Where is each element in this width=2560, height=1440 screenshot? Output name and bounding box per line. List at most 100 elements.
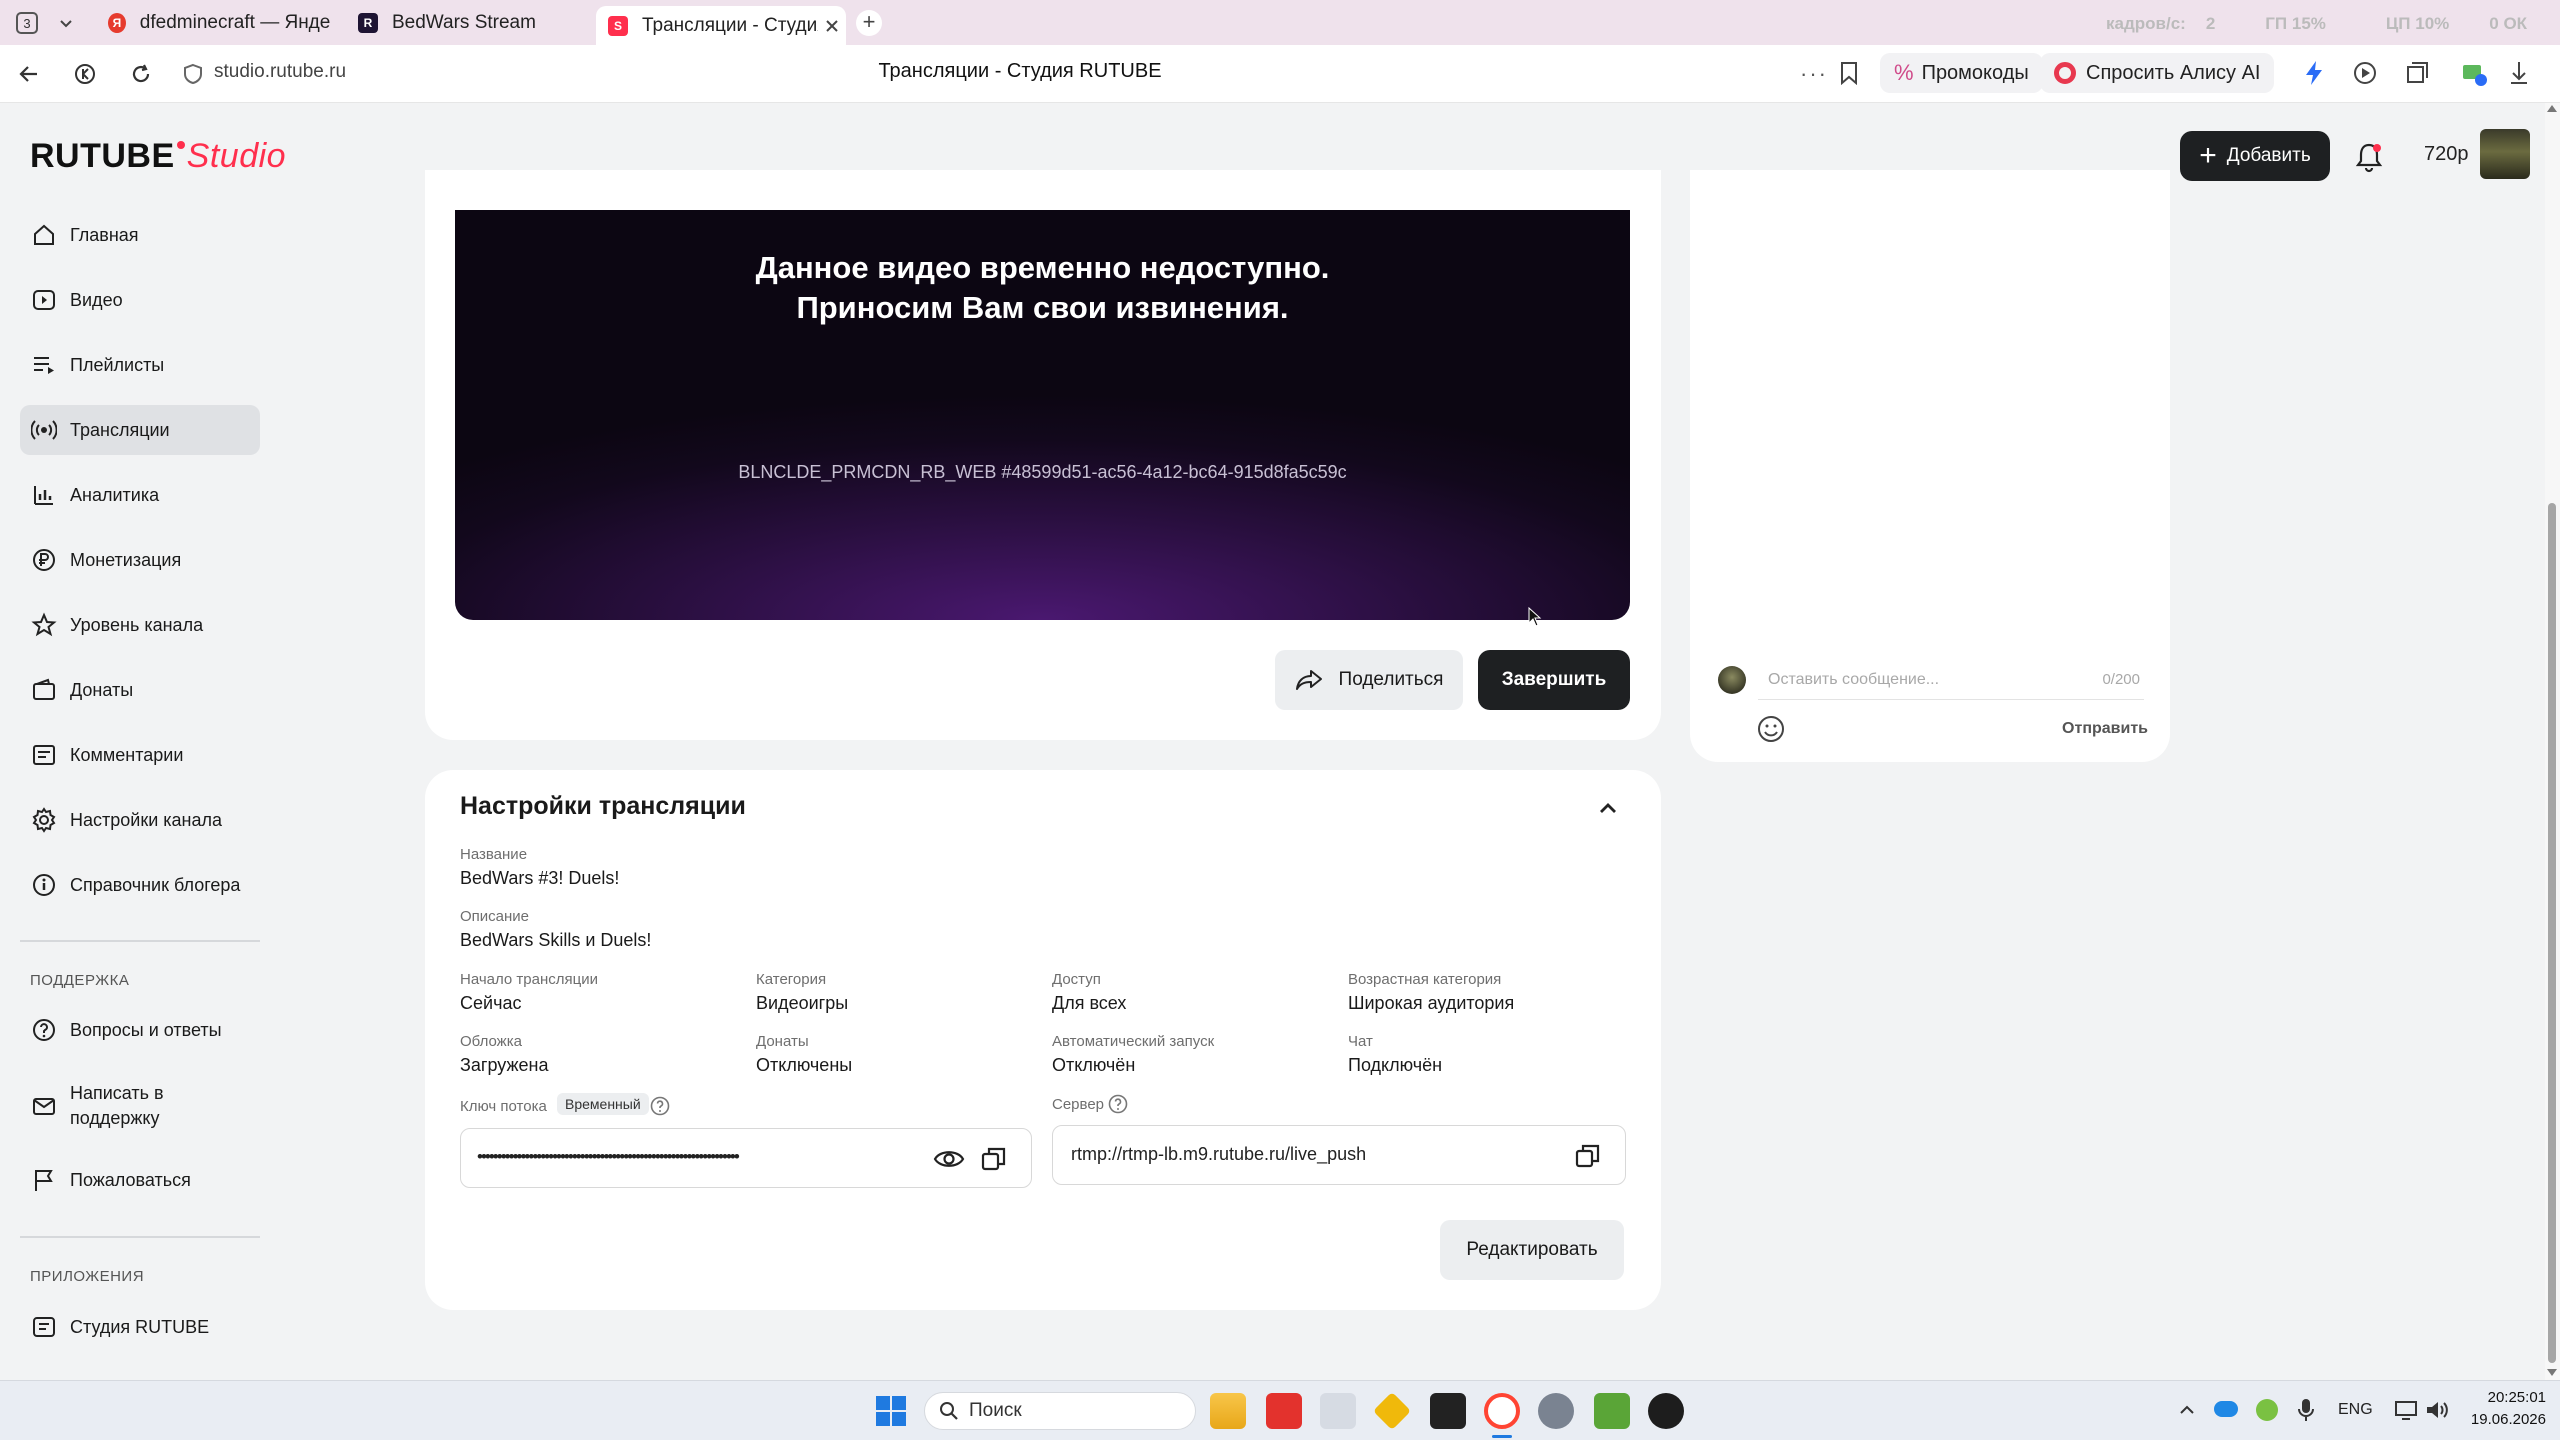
add-button[interactable]: + Добавить	[2180, 131, 2330, 181]
browser-tab[interactable]: R BedWars Stream	[358, 6, 578, 40]
file-explorer-icon[interactable]	[1210, 1393, 1246, 1429]
sidebar-item-donations[interactable]: Донаты	[20, 665, 260, 715]
microphone-icon[interactable]	[2298, 1397, 2314, 1423]
logo-accent-text: Studio	[186, 137, 287, 175]
show-key-eye-icon[interactable]	[933, 1145, 965, 1173]
player-card: Данное видео временно недоступно. Принос…	[425, 170, 1661, 740]
close-tab-icon[interactable]	[824, 18, 840, 34]
wallet-icon	[30, 676, 58, 704]
collections-icon[interactable]	[2404, 60, 2430, 86]
tab-list-chevron-icon[interactable]	[56, 13, 76, 33]
rutube-studio-logo[interactable]: RUTUBE Studio	[30, 137, 286, 176]
notifications-bell-icon[interactable]	[2354, 141, 2384, 173]
server-field[interactable]: rtmp://rtmp-lb.m9.rutube.ru/live_push	[1052, 1125, 1626, 1185]
site-security-icon[interactable]	[178, 59, 208, 89]
search-icon	[939, 1401, 959, 1421]
settings-title: Настройки трансляции	[460, 792, 746, 820]
sidebar-item-label: Главная	[70, 224, 139, 245]
more-options-icon[interactable]: ···	[1800, 61, 1828, 87]
browser-tab[interactable]: Я dfedminecraft — Яндекс:	[108, 6, 330, 40]
collapse-chevron-icon[interactable]	[1595, 796, 1621, 822]
chat-message-input[interactable]: Оставить сообщение... 0/200	[1758, 660, 2144, 700]
add-button-label: Добавить	[2226, 145, 2311, 166]
sidebar-item-channel-settings[interactable]: Настройки канала	[20, 795, 260, 845]
help-icon[interactable]	[1107, 1093, 1129, 1115]
bookmark-icon[interactable]	[1838, 61, 1860, 85]
unavailable-message-line1: Данное видео временно недоступно.	[755, 250, 1330, 285]
sidebar-item-home[interactable]: Главная	[20, 210, 260, 260]
clock-time[interactable]: 20:25:01	[2470, 1389, 2546, 1406]
stream-description-value: BedWars Skills и Duels!	[460, 930, 652, 950]
sidebar-item-report[interactable]: Пожаловаться	[20, 1155, 260, 1205]
sidebar-item-monetization[interactable]: Монетизация	[20, 535, 260, 585]
sidebar-item-analytics[interactable]: Аналитика	[20, 470, 260, 520]
stream-key-field[interactable]: ••••••••••••••••••••••••••••••••••••••••…	[460, 1128, 1032, 1188]
app-star-icon[interactable]	[1320, 1393, 1356, 1429]
quality-indicator[interactable]: 720p	[2424, 143, 2469, 166]
volume-icon[interactable]	[2424, 1399, 2450, 1421]
access-value: Для всех	[1052, 993, 1127, 1013]
clock-date[interactable]: 19.06.2026	[2460, 1411, 2546, 1428]
puzzle-icon[interactable]	[2508, 60, 2530, 86]
sidebar-item-blogger-guide[interactable]: Справочник блогера	[20, 860, 260, 910]
sidebar-item-video[interactable]: Видео	[20, 275, 260, 325]
avatar[interactable]	[2480, 129, 2530, 179]
send-message-button[interactable]: Отправить	[2062, 720, 2148, 738]
stream-start-value: Сейчас	[460, 993, 522, 1013]
taskbar-search[interactable]: Поиск	[924, 1392, 1196, 1430]
binance-icon[interactable]	[1372, 1391, 1412, 1431]
logo-dot	[176, 141, 185, 149]
browser-tab-active[interactable]: S Трансляции - Студия R	[596, 6, 846, 45]
alice-button[interactable]: Спросить Алису AI	[2040, 53, 2275, 93]
sidebar-item-contact-support[interactable]: Написать в поддержку	[20, 1078, 260, 1134]
stream-key-label: Ключ потока	[460, 1098, 547, 1115]
sidebar-item-channel-level[interactable]: Уровень канала	[20, 600, 260, 650]
onedrive-icon[interactable]	[2214, 1401, 2238, 1417]
emoji-icon[interactable]	[1756, 714, 1786, 744]
sidebar-item-label: Видео	[70, 289, 123, 310]
page-scrollbar[interactable]	[2545, 103, 2560, 1380]
scroll-down-arrow-icon[interactable]	[2547, 1369, 2557, 1376]
lightning-icon[interactable]	[2302, 59, 2326, 87]
yandex-home-icon[interactable]	[70, 59, 100, 89]
finish-stream-button[interactable]: Завершить	[1478, 650, 1630, 710]
windows-taskbar: Поиск ENG 20:25:01 19.06.2026	[0, 1380, 2560, 1440]
edit-button[interactable]: Редактировать	[1440, 1220, 1624, 1280]
scroll-up-arrow-icon[interactable]	[2547, 105, 2557, 112]
tab-title: dfedminecraft — Яндекс:	[139, 12, 330, 33]
sidebar-item-playlists[interactable]: Плейлисты	[20, 340, 260, 390]
video-player[interactable]: Данное видео временно недоступно. Принос…	[455, 210, 1630, 620]
tray-app-icon[interactable]	[2256, 1399, 2278, 1421]
sidebar-item-broadcasts[interactable]: Трансляции	[20, 405, 260, 455]
help-icon[interactable]	[649, 1095, 671, 1117]
sidebar-item-studio-app[interactable]: Студия RUTUBE	[20, 1302, 260, 1352]
language-indicator[interactable]: ENG	[2338, 1401, 2373, 1419]
media-icon[interactable]	[2352, 60, 2378, 86]
windows-start-icon[interactable]	[875, 1395, 907, 1427]
extension-icon[interactable]	[2460, 60, 2488, 88]
app-dark-icon[interactable]	[1430, 1393, 1466, 1429]
url-field[interactable]: studio.rutube.ru	[214, 61, 346, 83]
gear-icon	[30, 806, 58, 834]
wps-office-icon[interactable]	[1266, 1393, 1302, 1429]
copy-server-icon[interactable]	[1573, 1141, 1603, 1171]
tab-count-badge[interactable]: 3	[16, 12, 38, 34]
reload-icon[interactable]	[126, 59, 156, 89]
tray-chevron-icon[interactable]	[2178, 1401, 2196, 1419]
yandex-browser-icon[interactable]	[1484, 1393, 1520, 1429]
obs-icon[interactable]	[1648, 1393, 1684, 1429]
minecraft-icon[interactable]	[1594, 1393, 1630, 1429]
scrollbar-thumb[interactable]	[2548, 503, 2556, 1363]
back-arrow-icon[interactable]	[14, 59, 44, 89]
logo-main-text: RUTUBE	[30, 137, 175, 175]
tab-title: Трансляции - Студия R	[642, 14, 818, 36]
share-button[interactable]: Поделиться	[1275, 650, 1463, 710]
sidebar-item-faq[interactable]: Вопросы и ответы	[20, 1005, 260, 1055]
sidebar-item-comments[interactable]: Комментарии	[20, 730, 260, 780]
app-rocket-icon[interactable]	[1538, 1393, 1574, 1429]
new-tab-button[interactable]: +	[856, 10, 882, 36]
copy-key-icon[interactable]	[979, 1144, 1009, 1174]
promo-button[interactable]: % Промокоды	[1880, 53, 2043, 93]
network-icon[interactable]	[2394, 1399, 2418, 1421]
browser-tab-bar: 3 Я dfedminecraft — Яндекс: R BedWars St…	[0, 0, 2560, 45]
